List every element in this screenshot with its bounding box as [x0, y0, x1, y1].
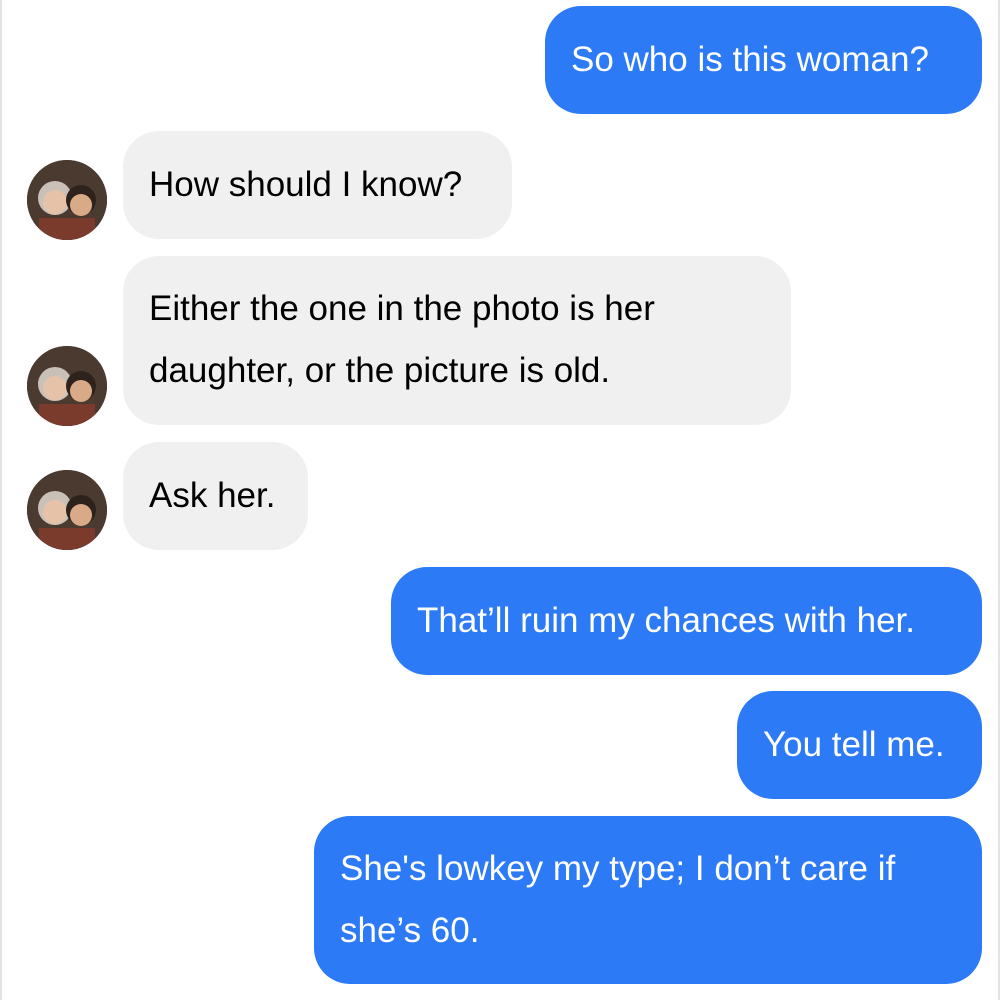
message-text: Ask her.: [149, 476, 276, 515]
sent-message-bubble[interactable]: You tell me.: [737, 691, 982, 799]
contact-avatar-icon[interactable]: [27, 470, 107, 550]
message-text: How should I know?: [149, 165, 463, 204]
message-text: You tell me.: [763, 725, 945, 764]
message-text-line: Either the one in the photo is her: [149, 289, 655, 328]
received-message-bubble[interactable]: How should I know?: [123, 131, 512, 239]
received-message-bubble[interactable]: Ask her.: [123, 442, 308, 550]
contact-avatar-icon[interactable]: [27, 346, 107, 426]
received-message-bubble[interactable]: Either the one in the photo is her daugh…: [123, 256, 791, 425]
chat-thread: So who is this woman? How should I know?…: [0, 0, 1000, 1000]
message-text: So who is this woman?: [571, 40, 929, 79]
message-text: That’ll ruin my chances with her.: [417, 601, 915, 640]
sent-message-bubble[interactable]: She's lowkey my type; I don’t care if sh…: [314, 816, 982, 984]
sent-message-bubble[interactable]: That’ll ruin my chances with her.: [391, 567, 982, 675]
message-text-line: daughter, or the picture is old.: [149, 351, 611, 390]
message-text-line: she’s 60.: [340, 911, 480, 950]
sent-message-bubble[interactable]: So who is this woman?: [545, 6, 982, 114]
message-text-line: She's lowkey my type; I don’t care if: [340, 849, 896, 888]
contact-avatar-icon[interactable]: [27, 160, 107, 240]
